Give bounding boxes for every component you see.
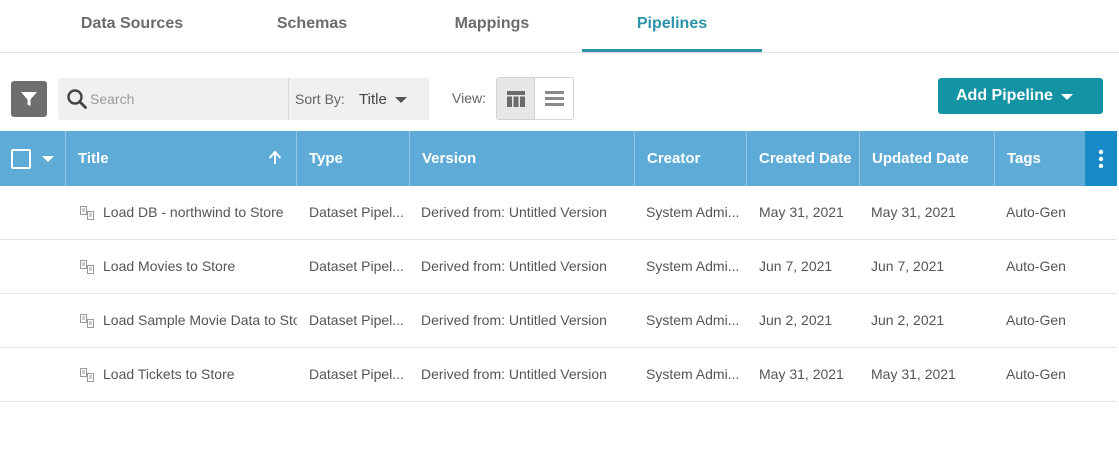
pipeline-icon [80, 368, 94, 382]
pipeline-icon [80, 206, 94, 220]
table-row[interactable]: Load DB - northwind to Store Dataset Pipe… [0, 186, 1117, 240]
cell-created-date: May 31, 2021 [759, 366, 844, 382]
select-all-checkbox[interactable] [11, 149, 31, 169]
cell-created-date: May 31, 2021 [759, 204, 844, 220]
search-box [58, 78, 288, 120]
search-input[interactable] [90, 78, 280, 120]
column-header-created-date[interactable]: Created Date [747, 131, 860, 186]
cell-type: Dataset Pipel... [309, 258, 404, 274]
select-all-dropdown[interactable] [0, 131, 66, 186]
cell-title[interactable]: Load Sample Movie Data to Store [103, 294, 297, 347]
cell-version: Derived from: Untitled Version [421, 366, 607, 382]
cell-creator: System Admi... [646, 258, 740, 274]
tab-schemas[interactable]: Schemas [232, 0, 392, 52]
sort-ascending-icon [268, 150, 282, 164]
table-row[interactable]: Load Tickets to Store Dataset Pipel... Der… [0, 348, 1117, 402]
cell-creator: System Admi... [646, 312, 740, 328]
cell-updated-date: May 31, 2021 [871, 204, 956, 220]
sort-dropdown[interactable]: Sort By: Title [288, 78, 429, 120]
tab-pipelines[interactable]: Pipelines [592, 0, 752, 52]
chevron-down-icon [1061, 94, 1073, 100]
pipeline-icon [80, 314, 94, 328]
table-row[interactable]: Load Sample Movie Data to Store Dataset P… [0, 294, 1117, 348]
cell-title[interactable]: Load DB - northwind to Store [103, 186, 297, 239]
cell-tags: Auto-Gen [1006, 312, 1066, 328]
list-view-button[interactable] [535, 78, 573, 119]
column-header-updated-date[interactable]: Updated Date [860, 131, 995, 186]
column-header-creator[interactable]: Creator [635, 131, 747, 186]
table-header: Title Type Version Creator Created Date … [0, 131, 1117, 186]
chevron-down-icon [395, 97, 407, 103]
filter-button[interactable] [11, 81, 47, 117]
add-pipeline-button[interactable]: Add Pipeline [938, 78, 1103, 114]
view-toggle [496, 77, 574, 120]
grid-view-icon [506, 90, 525, 107]
cell-version: Derived from: Untitled Version [421, 312, 607, 328]
cell-title[interactable]: Load Movies to Store [103, 240, 297, 293]
cell-creator: System Admi... [646, 204, 740, 220]
view-label: View: [452, 90, 486, 106]
cell-version: Derived from: Untitled Version [421, 204, 607, 220]
cell-title[interactable]: Load Tickets to Store [103, 348, 297, 401]
tab-mappings[interactable]: Mappings [412, 0, 572, 52]
list-view-icon [544, 91, 564, 106]
more-vertical-icon [1098, 149, 1104, 168]
cell-tags: Auto-Gen [1006, 258, 1066, 274]
sort-by-value: Title [359, 91, 387, 108]
column-header-type[interactable]: Type [297, 131, 410, 186]
column-header-title[interactable]: Title [66, 131, 297, 186]
column-header-label: Title [78, 150, 109, 167]
cell-created-date: Jun 2, 2021 [759, 312, 833, 328]
pipeline-icon [80, 260, 94, 274]
column-options-button[interactable] [1085, 131, 1117, 186]
cell-updated-date: Jun 2, 2021 [871, 312, 945, 328]
filter-icon [21, 92, 37, 106]
tab-bar: Data Sources Schemas Mappings Pipelines [0, 0, 1119, 53]
column-header-tags[interactable]: Tags [995, 131, 1085, 186]
cell-updated-date: May 31, 2021 [871, 366, 956, 382]
cell-tags: Auto-Gen [1006, 204, 1066, 220]
cell-version: Derived from: Untitled Version [421, 258, 607, 274]
column-header-version[interactable]: Version [410, 131, 635, 186]
cell-creator: System Admi... [646, 366, 740, 382]
cell-type: Dataset Pipel... [309, 312, 404, 328]
table-row[interactable]: Load Movies to Store Dataset Pipel... Deri… [0, 240, 1117, 294]
chevron-down-icon [42, 156, 54, 162]
cell-tags: Auto-Gen [1006, 366, 1066, 382]
grid-view-button[interactable] [497, 78, 535, 119]
search-icon [67, 89, 87, 109]
cell-created-date: Jun 7, 2021 [759, 258, 833, 274]
tab-data-sources[interactable]: Data Sources [52, 0, 212, 52]
sort-by-label: Sort By: [295, 91, 345, 107]
active-tab-indicator [582, 49, 762, 52]
cell-type: Dataset Pipel... [309, 204, 404, 220]
cell-type: Dataset Pipel... [309, 366, 404, 382]
add-pipeline-label: Add Pipeline [956, 87, 1053, 104]
cell-updated-date: Jun 7, 2021 [871, 258, 945, 274]
